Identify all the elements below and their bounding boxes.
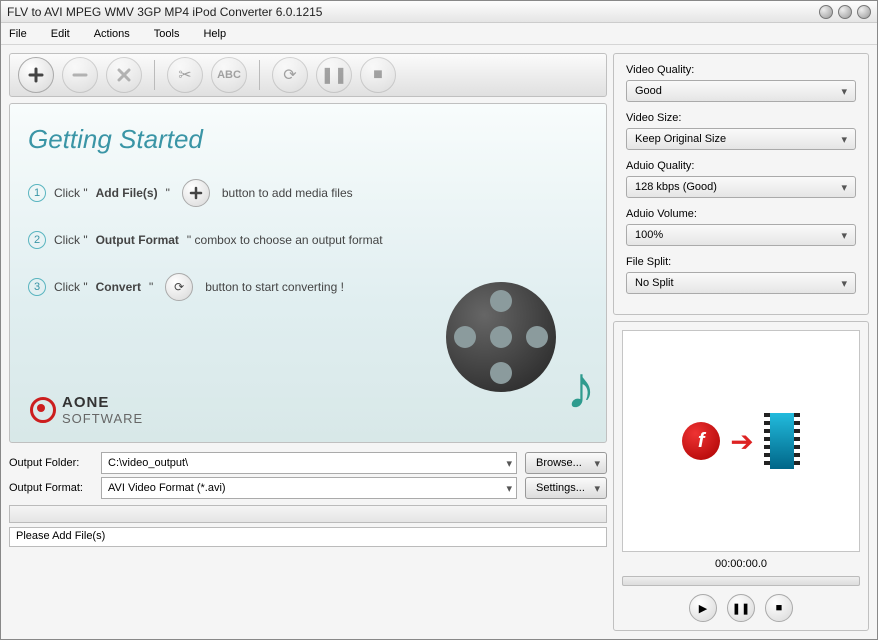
convert-button[interactable]: ⟳ (272, 57, 308, 93)
inline-convert-icon: ⟳ (165, 273, 193, 301)
file-split-label: File Split: (626, 256, 856, 268)
minimize-button[interactable] (819, 5, 833, 19)
getting-started-title: Getting Started (28, 124, 588, 155)
window-controls (819, 5, 871, 19)
audio-volume-label: Aduio Volume: (626, 208, 856, 220)
status-bar: Please Add File(s) (9, 527, 607, 547)
stop-toolbar-button[interactable]: ■ (360, 57, 396, 93)
rename-button[interactable]: ABC (211, 57, 247, 93)
close-button[interactable] (857, 5, 871, 19)
music-note-icon: ♪ (566, 353, 596, 422)
titlebar: FLV to AVI MPEG WMV 3GP MP4 iPod Convert… (1, 1, 877, 23)
step-1-number: 1 (28, 184, 46, 202)
settings-button[interactable]: Settings... (525, 477, 607, 499)
remove-file-button[interactable] (62, 57, 98, 93)
video-size-label: Video Size: (626, 112, 856, 124)
toolbar: ✂ ABC ⟳ ❚❚ ■ (9, 53, 607, 97)
toolbar-separator (154, 60, 155, 90)
audio-volume-combo[interactable]: 100% (626, 224, 856, 246)
brand-text: AONESOFTWARE (62, 394, 143, 426)
maximize-button[interactable] (838, 5, 852, 19)
menu-tools[interactable]: Tools (154, 28, 180, 40)
toolbar-separator (259, 60, 260, 90)
stop-button[interactable]: ■ (765, 594, 793, 622)
step-2-number: 2 (28, 231, 46, 249)
step-1: 1 Click "Add File(s)" button to add medi… (28, 179, 588, 207)
app-window: FLV to AVI MPEG WMV 3GP MP4 iPod Convert… (0, 0, 878, 640)
getting-started-panel: Getting Started 1 Click "Add File(s)" bu… (9, 103, 607, 443)
main-area: ✂ ABC ⟳ ❚❚ ■ Getting Started 1 Click "Ad… (1, 45, 877, 639)
menu-edit[interactable]: Edit (51, 28, 70, 40)
output-section: Output Folder: C:\video_output\ Browse..… (9, 449, 607, 547)
scrub-bar[interactable] (622, 576, 860, 586)
flash-icon: f (682, 422, 720, 460)
inline-add-icon (182, 179, 210, 207)
aone-icon (30, 397, 56, 423)
audio-quality-combo[interactable]: 128 kbps (Good) (626, 176, 856, 198)
abc-icon: ABC (217, 69, 241, 81)
timecode: 00:00:00.0 (715, 558, 767, 570)
video-quality-label: Video Quality: (626, 64, 856, 76)
menu-file[interactable]: File (9, 28, 27, 40)
menubar: File Edit Actions Tools Help (1, 23, 877, 45)
film-reel-graphic: ♪ (436, 272, 576, 412)
step-3-number: 3 (28, 278, 46, 296)
left-column: ✂ ABC ⟳ ❚❚ ■ Getting Started 1 Click "Ad… (9, 53, 607, 631)
pause-icon: ❚❚ (321, 65, 348, 85)
file-split-combo[interactable]: No Split (626, 272, 856, 294)
window-title: FLV to AVI MPEG WMV 3GP MP4 iPod Convert… (7, 5, 819, 19)
film-strip-icon (764, 413, 800, 469)
arrow-right-icon: ➔ (730, 425, 753, 458)
cut-button[interactable]: ✂ (167, 57, 203, 93)
playback-controls: ▶ ❚❚ ■ (689, 594, 793, 622)
pause-button[interactable]: ❚❚ (727, 594, 755, 622)
menu-help[interactable]: Help (203, 28, 226, 40)
output-folder-combo[interactable]: C:\video_output\ (101, 452, 517, 474)
output-folder-label: Output Folder: (9, 457, 93, 469)
pause-toolbar-button[interactable]: ❚❚ (316, 57, 352, 93)
stop-icon: ■ (373, 66, 383, 84)
refresh-icon: ⟳ (283, 65, 296, 85)
preview-box: f ➔ (622, 330, 860, 552)
pause-icon: ❚❚ (732, 602, 750, 615)
browse-button[interactable]: Browse... (525, 452, 607, 474)
menu-actions[interactable]: Actions (94, 28, 130, 40)
video-quality-combo[interactable]: Good (626, 80, 856, 102)
step-2: 2 Click "Output Format" combox to choose… (28, 231, 588, 249)
settings-panel: Video Quality: Good Video Size: Keep Ori… (613, 53, 869, 315)
output-format-combo[interactable]: AVI Video Format (*.avi) (101, 477, 517, 499)
brand-logo: AONESOFTWARE (30, 394, 143, 426)
right-column: Video Quality: Good Video Size: Keep Ori… (613, 53, 869, 631)
stop-icon: ■ (776, 602, 783, 614)
video-size-combo[interactable]: Keep Original Size (626, 128, 856, 150)
audio-quality-label: Aduio Quality: (626, 160, 856, 172)
add-file-button[interactable] (18, 57, 54, 93)
clear-all-button[interactable] (106, 57, 142, 93)
output-format-label: Output Format: (9, 482, 93, 494)
progress-bar (9, 505, 607, 523)
play-button[interactable]: ▶ (689, 594, 717, 622)
preview-panel: f ➔ 00:00:00.0 ▶ ❚❚ ■ (613, 321, 869, 631)
play-icon: ▶ (699, 602, 707, 615)
scissors-icon: ✂ (178, 65, 191, 85)
